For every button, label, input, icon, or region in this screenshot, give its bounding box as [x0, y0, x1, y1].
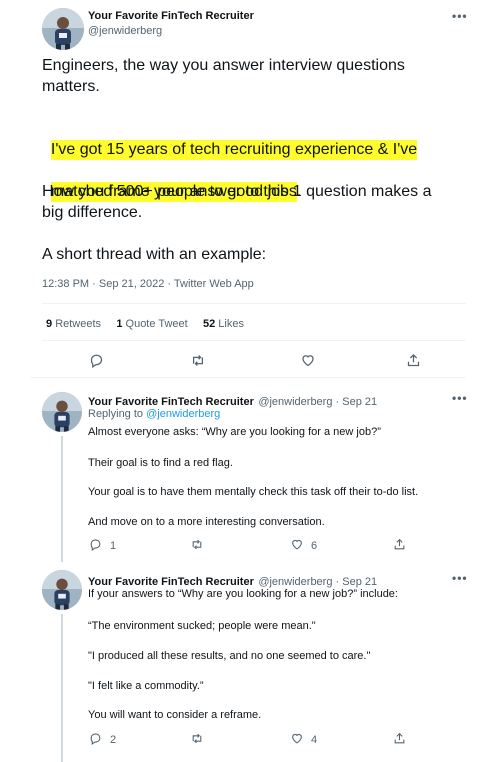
tweet-text-thread-intro: A short thread with an example: — [42, 246, 267, 263]
reply-line: Almost everyone asks: “Why are you looki… — [88, 426, 381, 438]
thread-connector — [61, 614, 63, 762]
reply-line: If your answers to “Why are you looking … — [88, 588, 398, 600]
heart-icon[interactable] — [300, 353, 316, 368]
share-icon[interactable] — [406, 353, 421, 368]
reply-line: And move on to a more interesting conver… — [88, 516, 325, 528]
reply-line: You will want to consider a reframe. — [88, 709, 262, 721]
tweet-text-framing: How you frame your answer to this 1 ques… — [42, 183, 432, 221]
quote-tweets-stat[interactable]: 1 Quote Tweet — [116, 318, 187, 330]
reply-author-avatar[interactable] — [42, 392, 82, 432]
reply-count: 2 — [110, 734, 117, 746]
replying-to: Replying to @jenwiderberg — [88, 408, 221, 420]
retweet-icon[interactable] — [190, 538, 204, 551]
reply-icon[interactable] — [89, 538, 102, 551]
highlight-line-1: I've got 15 years of tech recruiting exp… — [50, 140, 418, 160]
reply-line: "I produced all these results, and no on… — [88, 650, 371, 662]
like-count: 4 — [311, 734, 318, 746]
heart-icon[interactable] — [290, 732, 304, 745]
divider — [42, 303, 466, 304]
share-icon[interactable] — [393, 732, 406, 745]
reply-author-handle[interactable]: @jenwiderberg · Sep 21 — [258, 396, 377, 408]
more-icon[interactable]: ••• — [452, 391, 468, 405]
more-icon[interactable]: ••• — [452, 571, 468, 585]
likes-stat[interactable]: 52 Likes — [203, 318, 244, 330]
engagement-stats: 9 Retweets 1 Quote Tweet 52 Likes — [46, 318, 244, 330]
author-handle[interactable]: @jenwiderberg — [88, 25, 162, 37]
heart-icon[interactable] — [290, 538, 304, 551]
author-avatar[interactable] — [42, 8, 84, 50]
divider — [30, 377, 466, 378]
reply-author-handle[interactable]: @jenwiderberg · Sep 21 — [258, 576, 377, 588]
more-icon[interactable]: ••• — [452, 9, 468, 23]
reply-line: Your goal is to have them mentally check… — [88, 486, 419, 498]
tweet-timestamp[interactable]: 12:38 PM · Sep 21, 2022 · Twitter Web Ap… — [42, 278, 254, 290]
author-name[interactable]: Your Favorite FinTech Recruiter — [88, 10, 254, 22]
retweet-icon[interactable] — [190, 353, 206, 368]
reply-icon[interactable] — [89, 353, 104, 368]
reply-author-name[interactable]: Your Favorite FinTech Recruiter — [88, 576, 254, 588]
reply-line: "I felt like a commodity.” — [88, 680, 204, 692]
reply-line: “The environment sucked; people were mea… — [88, 620, 316, 632]
thread-connector — [61, 436, 63, 562]
share-icon[interactable] — [393, 538, 406, 551]
reply-icon[interactable] — [89, 732, 102, 745]
retweets-stat[interactable]: 9 Retweets — [46, 318, 101, 330]
reply-author-avatar[interactable] — [42, 570, 82, 610]
reply-count: 1 — [110, 540, 117, 552]
reply-line: Their goal is to find a red flag. — [88, 457, 233, 469]
tweet-text-intro: Engineers, the way you answer interview … — [42, 57, 405, 95]
reply-author-name[interactable]: Your Favorite FinTech Recruiter — [88, 396, 254, 408]
retweet-icon[interactable] — [190, 732, 204, 745]
replying-to-link[interactable]: @jenwiderberg — [146, 408, 220, 420]
like-count: 6 — [311, 540, 318, 552]
divider — [42, 340, 466, 341]
